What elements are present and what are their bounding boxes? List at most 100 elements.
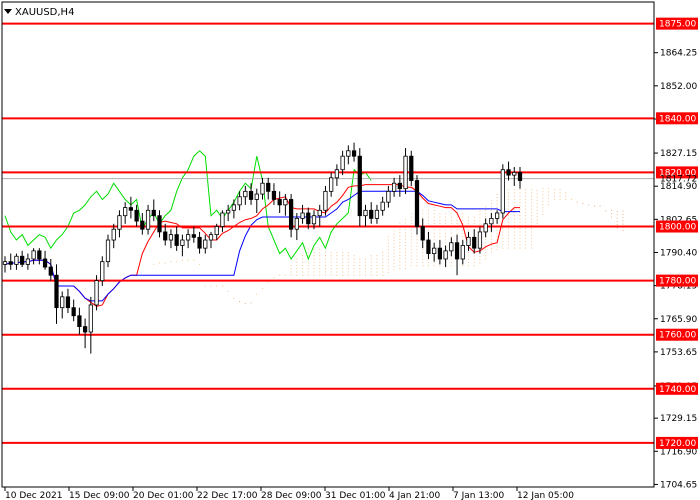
cloud-dot — [382, 268, 384, 270]
cloud-dot — [382, 271, 384, 273]
candle-body — [157, 215, 162, 233]
cloud-dot — [536, 209, 538, 211]
time-tick-label: 7 Jan 13:00 — [453, 491, 505, 500]
cloud-dot — [616, 217, 618, 219]
cloud-dot — [525, 221, 527, 223]
cloud-dot — [170, 261, 172, 263]
cloud-dot — [519, 234, 521, 236]
cloud-dot — [307, 268, 309, 270]
cloud-dot — [525, 234, 527, 236]
cloud-dot — [473, 255, 475, 257]
cloud-dot — [439, 222, 441, 225]
cloud-dot — [405, 238, 407, 240]
cloud-dot — [508, 218, 510, 220]
cloud-dot — [324, 261, 326, 263]
dropdown-arrow-icon[interactable] — [4, 9, 12, 14]
cloud-dot — [319, 258, 321, 260]
candle-body — [111, 228, 116, 241]
cloud-dot — [553, 192, 555, 194]
cloud-dot — [513, 231, 515, 233]
cloud-dot — [427, 261, 429, 264]
cloud-dot — [313, 251, 315, 254]
cloud-dot — [376, 274, 378, 276]
cloud-dot — [519, 208, 521, 210]
cloud-dot — [530, 195, 532, 197]
cloud-dot — [330, 255, 332, 257]
cloud-dot — [439, 216, 441, 218]
cloud-dot — [422, 255, 424, 257]
cloud-dot — [496, 193, 498, 195]
candle-body — [134, 209, 139, 222]
cloud-dot — [290, 268, 292, 270]
cloud-dot — [513, 195, 515, 197]
cloud-dot — [399, 228, 401, 231]
cloud-dot — [250, 302, 252, 304]
cloud-dot — [336, 261, 338, 263]
cloud-dot — [462, 213, 464, 215]
cloud-dot — [462, 216, 464, 218]
cloud-dot — [387, 236, 389, 238]
cloud-dot — [387, 271, 389, 274]
candle-body — [8, 261, 13, 265]
cloud-dot — [399, 241, 401, 244]
candle-body — [248, 190, 254, 200]
cloud-dot — [622, 210, 624, 212]
cloud-dot — [439, 213, 441, 215]
cloud-dot — [244, 303, 246, 305]
cloud-dot — [525, 208, 527, 210]
cloud-dot — [405, 264, 407, 266]
cloud-dot — [405, 267, 407, 269]
cloud-dot — [319, 248, 321, 250]
cloud-dot — [542, 207, 544, 209]
cloud-dot — [508, 189, 510, 191]
cloud-dot — [324, 264, 326, 267]
candle-body — [60, 296, 65, 309]
cloud-dot — [324, 258, 326, 260]
cloud-dot — [530, 192, 532, 194]
cloud-dot — [616, 211, 618, 213]
cloud-dot — [462, 219, 464, 221]
cloud-dot — [542, 194, 544, 196]
cloud-dot — [479, 255, 481, 258]
cloud-dot — [164, 262, 166, 264]
cloud-dot — [508, 192, 510, 194]
candle-body — [386, 190, 391, 203]
cloud-dot — [496, 235, 498, 238]
candle-body — [506, 169, 511, 176]
cloud-dot — [370, 268, 372, 270]
price-tick-label: 1852.00 — [660, 82, 697, 92]
cloud-dot — [456, 222, 458, 225]
cloud-dot — [582, 202, 584, 205]
cloud-dot — [467, 216, 470, 218]
cloud-dot — [525, 192, 527, 194]
cloud-dot — [536, 206, 538, 208]
time-tick-label: 28 Dec 09:00 — [261, 491, 322, 500]
cloud-dot — [525, 202, 527, 204]
cloud-dot — [399, 235, 401, 237]
candle-body — [117, 215, 122, 230]
candle-body — [369, 209, 374, 219]
candle-body — [77, 315, 82, 327]
cloud-dot — [622, 213, 624, 215]
cloud-dot — [302, 271, 304, 273]
cloud-dot — [382, 255, 384, 257]
current-price-label: 1817.72 — [660, 175, 697, 185]
cloud-dot — [319, 255, 321, 257]
cloud-dot — [508, 205, 510, 207]
candle-body — [317, 209, 322, 217]
cloud-dot — [467, 265, 470, 267]
candle-body — [357, 155, 362, 217]
candle-body — [409, 155, 414, 181]
cloud-dot — [399, 222, 401, 224]
cloud-dot — [473, 265, 475, 267]
candle-body — [483, 223, 488, 233]
cloud-dot — [445, 222, 447, 225]
cloud-dot — [519, 218, 521, 220]
cloud-dot — [433, 222, 435, 225]
cloud-dot — [508, 241, 510, 243]
cloud-dot — [593, 205, 595, 207]
cloud-dot — [548, 204, 550, 206]
cloud-dot — [416, 252, 418, 254]
time-tick-label: 31 Dec 01:00 — [325, 491, 386, 500]
cloud-dot — [513, 241, 515, 243]
